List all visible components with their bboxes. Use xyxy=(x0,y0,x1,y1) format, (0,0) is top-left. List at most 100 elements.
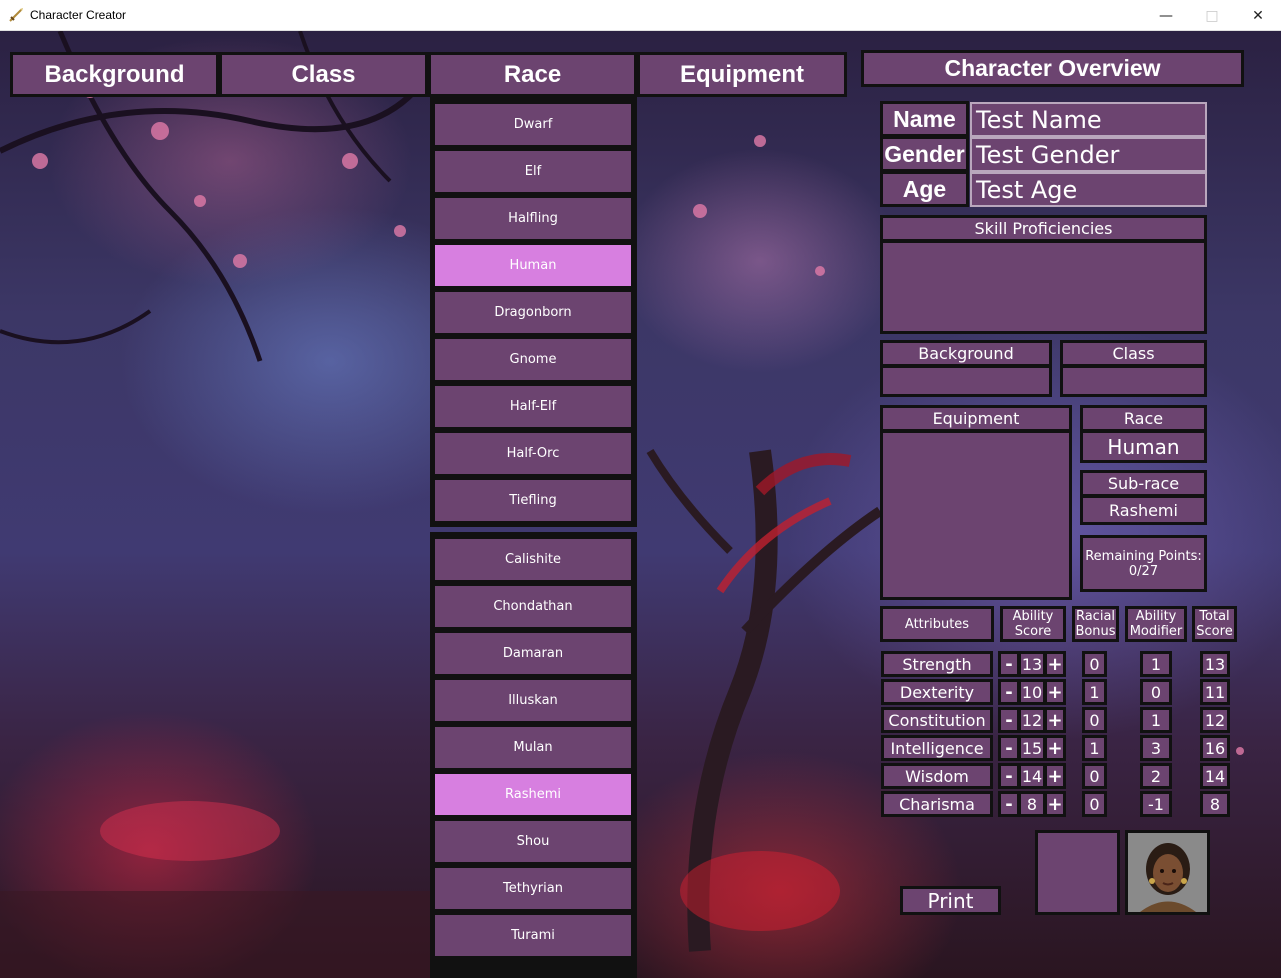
attributes-header: Attributes xyxy=(880,606,994,642)
race-item-elf[interactable]: Elf xyxy=(433,149,633,194)
racial-bonus-header-line1: Racial xyxy=(1075,609,1116,624)
ability-modifier-header-line1: Ability xyxy=(1135,609,1177,624)
race-header: Race xyxy=(1080,405,1207,432)
attr-wisdom-name: Wisdom xyxy=(881,763,993,789)
attr-dexterity-minus[interactable]: - xyxy=(998,679,1020,705)
total-score-header: Total Score xyxy=(1192,606,1237,642)
portrait-image xyxy=(1128,833,1207,912)
overview-title: Character Overview xyxy=(861,50,1244,87)
attr-strength-plus[interactable]: + xyxy=(1044,651,1066,677)
ability-score-header-line1: Ability xyxy=(1012,609,1054,624)
race-item-half-elf[interactable]: Half-Elf xyxy=(433,384,633,429)
skills-box xyxy=(880,240,1207,334)
attr-wisdom-score: 14 xyxy=(1018,763,1046,789)
race-item-dwarf[interactable]: Dwarf xyxy=(433,102,633,147)
attr-charisma-minus[interactable]: - xyxy=(998,791,1020,817)
remaining-points-label: Remaining Points: xyxy=(1085,548,1202,564)
total-score-header-line1: Total xyxy=(1199,609,1230,624)
background-header: Background xyxy=(880,340,1052,367)
attr-intelligence-total: 16 xyxy=(1200,735,1230,761)
name-field[interactable]: Test Name xyxy=(970,102,1207,137)
remaining-points: Remaining Points: 0/27 xyxy=(1080,535,1207,592)
window-title: Character Creator xyxy=(30,8,127,22)
background-value xyxy=(880,365,1052,397)
attr-intelligence-name: Intelligence xyxy=(881,735,993,761)
gender-field[interactable]: Test Gender xyxy=(970,137,1207,172)
attr-strength-score: 13 xyxy=(1018,651,1046,677)
name-label: Name xyxy=(880,101,969,137)
age-label: Age xyxy=(880,171,969,207)
race-item-dragonborn[interactable]: Dragonborn xyxy=(433,290,633,335)
attr-dexterity-plus[interactable]: + xyxy=(1044,679,1066,705)
subrace-item-mulan[interactable]: Mulan xyxy=(433,725,633,770)
sword-icon xyxy=(9,8,23,22)
attr-strength-minus[interactable]: - xyxy=(998,651,1020,677)
attr-charisma-score: 8 xyxy=(1018,791,1046,817)
attr-constitution-bonus: 0 xyxy=(1082,707,1107,733)
subrace-item-turami[interactable]: Turami xyxy=(433,913,633,958)
attr-intelligence-modifier: 3 xyxy=(1140,735,1172,761)
attr-dexterity-bonus: 1 xyxy=(1082,679,1107,705)
attr-wisdom-bonus: 0 xyxy=(1082,763,1107,789)
attr-charisma-bonus: 0 xyxy=(1082,791,1107,817)
attr-strength-name: Strength xyxy=(881,651,993,677)
attr-constitution-plus[interactable]: + xyxy=(1044,707,1066,733)
race-item-human[interactable]: Human xyxy=(433,243,633,288)
class-header: Class xyxy=(1060,340,1207,367)
racial-bonus-header: Racial Bonus xyxy=(1072,606,1119,642)
race-item-gnome[interactable]: Gnome xyxy=(433,337,633,382)
subrace-item-damaran[interactable]: Damaran xyxy=(433,631,633,676)
attr-wisdom-minus[interactable]: - xyxy=(998,763,1020,789)
attr-intelligence-minus[interactable]: - xyxy=(998,735,1020,761)
total-score-header-line2: Score xyxy=(1196,624,1233,639)
skills-header: Skill Proficiencies xyxy=(880,215,1207,242)
race-item-halfling[interactable]: Halfling xyxy=(433,196,633,241)
minimize-icon[interactable]: — xyxy=(1143,0,1189,31)
attr-constitution-total: 12 xyxy=(1200,707,1230,733)
subrace-value: Rashemi xyxy=(1080,495,1207,525)
age-field[interactable]: Test Age xyxy=(970,172,1207,207)
subrace-item-chondathan[interactable]: Chondathan xyxy=(433,584,633,629)
attr-intelligence-plus[interactable]: + xyxy=(1044,735,1066,761)
attr-charisma-modifier: -1 xyxy=(1140,791,1172,817)
attr-wisdom-total: 14 xyxy=(1200,763,1230,789)
equipment-box xyxy=(880,430,1072,600)
tab-equipment[interactable]: Equipment xyxy=(637,52,847,97)
equipment-header: Equipment xyxy=(880,405,1072,432)
race-item-half-orc[interactable]: Half-Orc xyxy=(433,431,633,476)
attr-charisma-name: Charisma xyxy=(881,791,993,817)
attr-constitution-score: 12 xyxy=(1018,707,1046,733)
subrace-header: Sub-race xyxy=(1080,470,1207,497)
remaining-points-value: 0/27 xyxy=(1128,563,1159,579)
close-icon[interactable]: ✕ xyxy=(1235,0,1281,31)
attr-constitution-minus[interactable]: - xyxy=(998,707,1020,733)
print-button[interactable]: Print xyxy=(900,886,1001,915)
attr-constitution-name: Constitution xyxy=(881,707,993,733)
race-item-tiefling[interactable]: Tiefling xyxy=(433,478,633,523)
subrace-item-calishite[interactable]: Calishite xyxy=(433,537,633,582)
racial-bonus-header-line2: Bonus xyxy=(1075,624,1116,639)
maximize-icon[interactable]: □ xyxy=(1189,0,1235,31)
subrace-item-shou[interactable]: Shou xyxy=(433,819,633,864)
attr-wisdom-plus[interactable]: + xyxy=(1044,763,1066,789)
attr-dexterity-name: Dexterity xyxy=(881,679,993,705)
attr-wisdom-modifier: 2 xyxy=(1140,763,1172,789)
attr-charisma-plus[interactable]: + xyxy=(1044,791,1066,817)
subrace-item-rashemi[interactable]: Rashemi xyxy=(433,772,633,817)
attr-dexterity-total: 11 xyxy=(1200,679,1230,705)
ability-modifier-header-line2: Modifier xyxy=(1129,624,1183,639)
subrace-item-tethyrian[interactable]: Tethyrian xyxy=(433,866,633,911)
ability-score-header: Ability Score xyxy=(1000,606,1066,642)
character-portrait[interactable] xyxy=(1125,830,1210,915)
attr-intelligence-bonus: 1 xyxy=(1082,735,1107,761)
attr-strength-modifier: 1 xyxy=(1140,651,1172,677)
attr-dexterity-score: 10 xyxy=(1018,679,1046,705)
race-value: Human xyxy=(1080,430,1207,463)
class-value xyxy=(1060,365,1207,397)
portrait-placeholder xyxy=(1035,830,1120,915)
ability-modifier-header: Ability Modifier xyxy=(1125,606,1187,642)
tab-background[interactable]: Background xyxy=(10,52,219,97)
tab-class[interactable]: Class xyxy=(219,52,428,97)
subrace-item-illuskan[interactable]: Illuskan xyxy=(433,678,633,723)
tab-race[interactable]: Race xyxy=(428,52,637,97)
